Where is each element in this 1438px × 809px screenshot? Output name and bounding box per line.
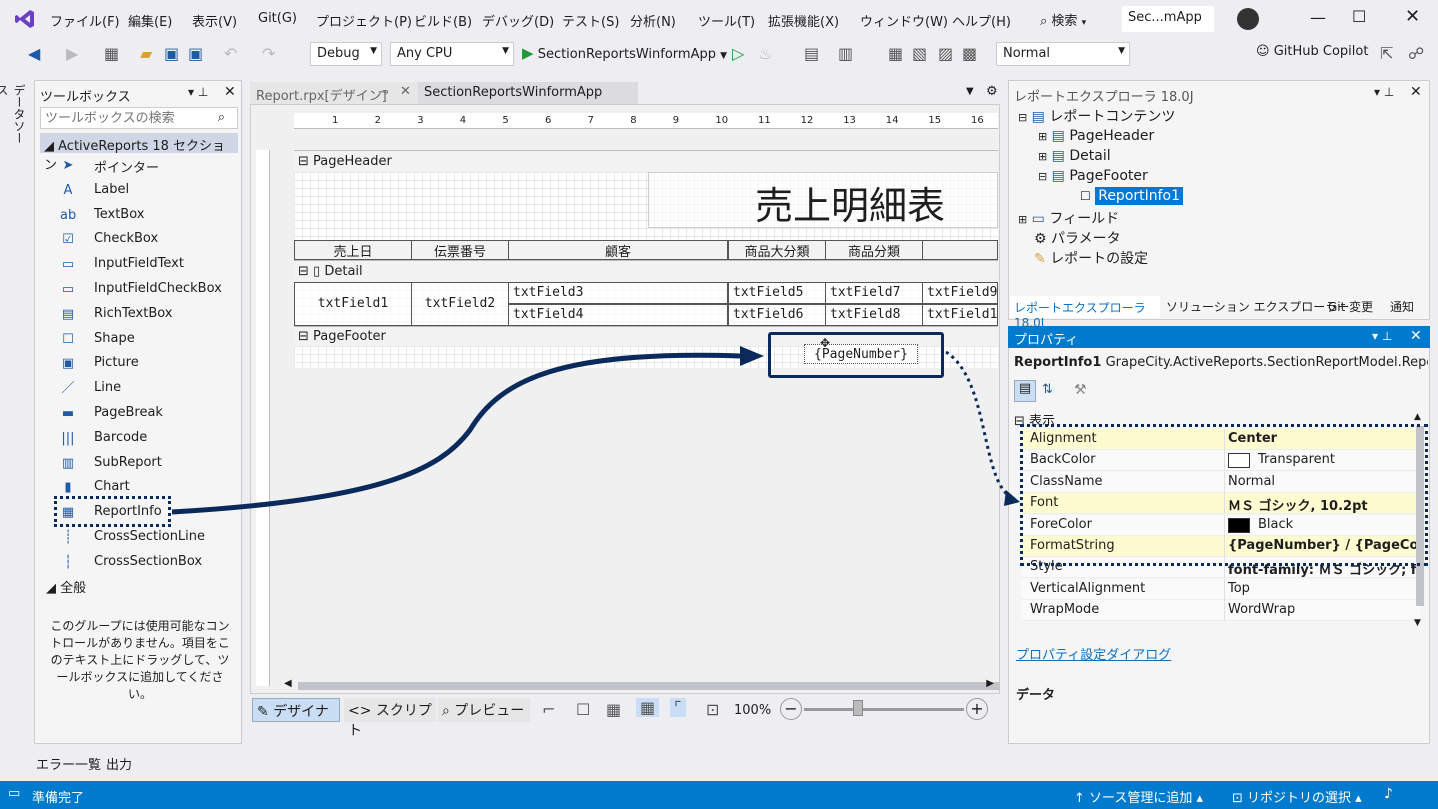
annotation-arrows xyxy=(171,346,1020,515)
